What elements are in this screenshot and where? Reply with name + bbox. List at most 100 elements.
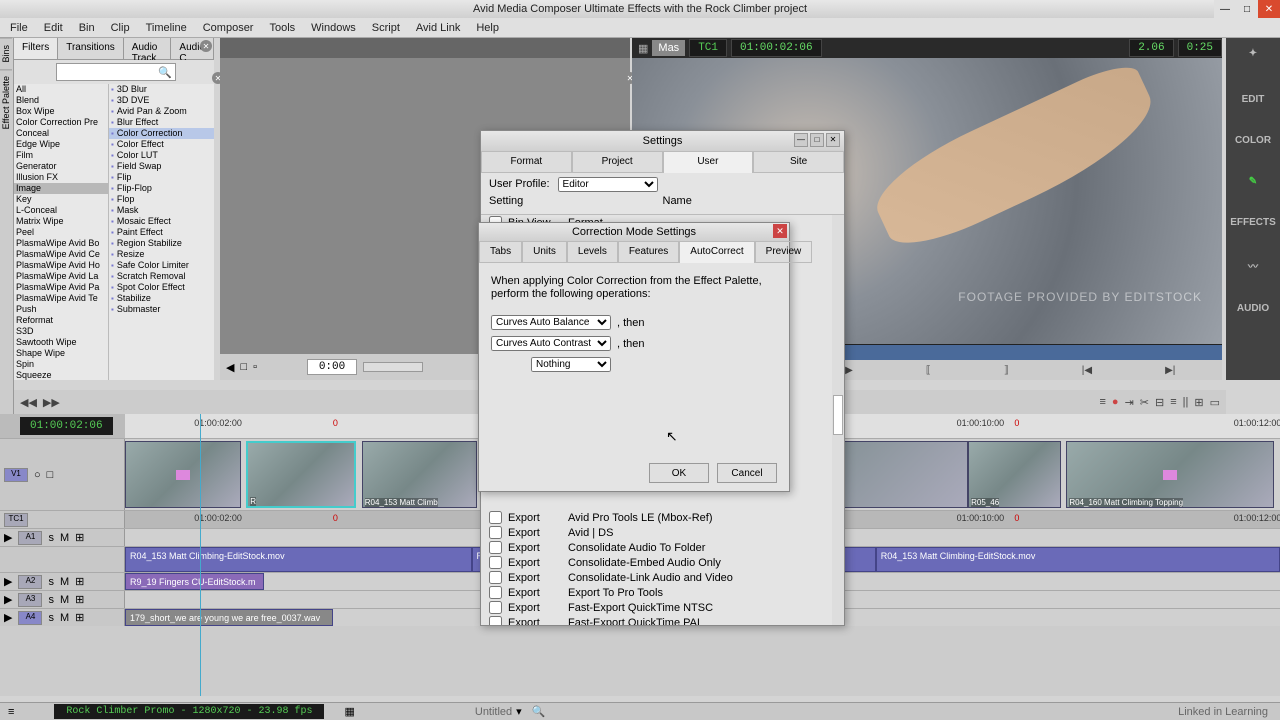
cancel-button[interactable]: Cancel — [717, 463, 777, 483]
hamburger-icon[interactable]: ≡ — [8, 706, 14, 718]
effect-category[interactable]: Key — [14, 194, 108, 205]
menu-bin[interactable]: Bin — [71, 20, 103, 36]
effect-category[interactable]: Peel — [14, 227, 108, 238]
settings-row[interactable]: ExportFast-Export QuickTime PAL — [481, 615, 832, 625]
tool-overwrite-icon[interactable]: ⇥ — [1125, 396, 1134, 409]
effect-item[interactable]: Region Stabilize — [109, 238, 214, 249]
effect-category[interactable]: Generator — [14, 161, 108, 172]
effect-category[interactable]: Edge Wipe — [14, 139, 108, 150]
track-tc1-header[interactable]: TC1 — [0, 511, 125, 528]
effect-category[interactable]: Film — [14, 150, 108, 161]
effect-category[interactable]: PlasmaWipe Avid Pa — [14, 282, 108, 293]
effect-category[interactable]: S3D — [14, 326, 108, 337]
tab-transitions[interactable]: Transitions — [58, 38, 124, 59]
workspace-color[interactable]: COLOR — [1235, 135, 1271, 146]
effect-item[interactable]: Stabilize — [109, 293, 214, 304]
effect-category[interactable]: Image — [14, 183, 108, 194]
menu-help[interactable]: Help — [468, 20, 507, 36]
effect-category[interactable]: PlasmaWipe Avid Ce — [14, 249, 108, 260]
close-button[interactable]: ✕ — [1258, 0, 1280, 18]
settings-scrollbar[interactable] — [832, 215, 844, 625]
cms-step1-select[interactable]: Curves Auto Balance — [491, 315, 611, 330]
tool-extract-icon[interactable]: ≡ — [1170, 396, 1176, 408]
settings-close-icon[interactable]: ✕ — [826, 133, 840, 147]
effect-category[interactable]: PlasmaWipe Avid Ho — [14, 260, 108, 271]
dropdown-icon[interactable]: ▾ — [516, 705, 522, 718]
track-a1b-header[interactable] — [0, 547, 125, 572]
effect-category[interactable]: L-Conceal — [14, 205, 108, 216]
settings-row[interactable]: ExportAvid | DS — [481, 525, 832, 540]
settings-maximize-icon[interactable]: □ — [810, 133, 824, 147]
track-a2-header[interactable]: ▶A2sM⊞ — [0, 573, 125, 590]
tool-rewind-icon[interactable]: ◀◀ — [20, 396, 37, 409]
effect-category[interactable]: Blend — [14, 95, 108, 106]
ok-button[interactable]: OK — [649, 463, 709, 483]
settings-row[interactable]: ExportExport To Pro Tools — [481, 585, 832, 600]
effect-item[interactable]: 3D Blur — [109, 84, 214, 95]
settings-tab-project[interactable]: Project — [572, 151, 663, 173]
effect-item[interactable]: Mask — [109, 205, 214, 216]
effect-category[interactable]: PlasmaWipe Avid Te — [14, 293, 108, 304]
video-clip[interactable] — [125, 441, 241, 508]
effect-item[interactable]: Avid Pan & Zoom — [109, 106, 214, 117]
tool-segment-icon[interactable]: ▭ — [1210, 396, 1220, 409]
tab-audio-track[interactable]: Audio Track — [124, 38, 172, 59]
effect-category[interactable]: PlasmaWipe Avid La — [14, 271, 108, 282]
effect-category[interactable]: All — [14, 84, 108, 95]
settings-row[interactable]: ExportAvid Pro Tools LE (Mbox-Ref) — [481, 510, 832, 525]
goto-in-icon[interactable]: |◀ — [1082, 365, 1092, 376]
cms-close-icon[interactable]: ✕ — [773, 224, 787, 238]
settings-titlebar[interactable]: Settings — □ ✕ — [481, 131, 844, 151]
scrollbar-thumb[interactable] — [833, 395, 843, 435]
tool-record-icon[interactable]: ● — [1112, 396, 1119, 408]
effect-item[interactable]: Color Correction — [109, 128, 214, 139]
cms-titlebar[interactable]: Correction Mode Settings ✕ — [479, 223, 789, 241]
workspace-audio[interactable]: AUDIO — [1237, 303, 1269, 314]
menu-windows[interactable]: Windows — [303, 20, 364, 36]
settings-tab-format[interactable]: Format — [481, 151, 572, 173]
menu-file[interactable]: File — [2, 20, 36, 36]
track-a1-header[interactable]: ▶A1sM⊞ — [0, 529, 125, 546]
source-prev-icon[interactable]: ◀ — [226, 361, 234, 374]
search-icon[interactable]: 🔍 — [158, 66, 172, 79]
effect-item[interactable]: Spot Color Effect — [109, 282, 214, 293]
track-a4-header[interactable]: ▶A4sM⊞ — [0, 609, 125, 626]
audio-clip[interactable]: R9_19 Fingers CU-EditStock.m — [125, 573, 264, 590]
menu-clip[interactable]: Clip — [103, 20, 138, 36]
effect-category[interactable]: Push — [14, 304, 108, 315]
effect-item[interactable]: Field Swap — [109, 161, 214, 172]
settings-row[interactable]: ExportConsolidate-Embed Audio Only — [481, 555, 832, 570]
effect-item[interactable]: Submaster — [109, 304, 214, 315]
effect-item[interactable]: Safe Color Limiter — [109, 260, 214, 271]
menu-timeline[interactable]: Timeline — [138, 20, 195, 36]
source-slider[interactable] — [363, 362, 423, 372]
effect-item[interactable]: Scratch Removal — [109, 271, 214, 282]
minimize-button[interactable]: — — [1214, 0, 1236, 18]
effect-item[interactable]: 3D DVE — [109, 95, 214, 106]
tool-split-icon[interactable]: || — [1183, 396, 1189, 408]
tool-lift-icon[interactable]: ⊟ — [1155, 396, 1164, 409]
timeline-playhead[interactable] — [200, 414, 201, 696]
cms-tab-preview[interactable]: Preview — [755, 241, 813, 263]
cms-tab-tabs[interactable]: Tabs — [479, 241, 522, 263]
video-clip[interactable]: R — [246, 441, 356, 508]
mark-out-icon[interactable]: ⟧ — [1004, 365, 1009, 376]
settings-row[interactable]: ExportConsolidate Audio To Folder — [481, 540, 832, 555]
effect-item[interactable]: Flip-Flop — [109, 183, 214, 194]
cms-step3-select[interactable]: Nothing — [531, 357, 611, 372]
effect-item-list[interactable]: 3D Blur3D DVEAvid Pan & ZoomBlur EffectC… — [109, 84, 214, 380]
tool-hamburger-icon[interactable]: ≡ — [1100, 396, 1106, 408]
cms-tab-levels[interactable]: Levels — [567, 241, 618, 263]
tool-fwd-icon[interactable]: ▶▶ — [43, 396, 60, 409]
track-a3-header[interactable]: ▶A3sM⊞ — [0, 591, 125, 608]
workspace-effects[interactable]: EFFECTS — [1230, 217, 1276, 228]
video-clip[interactable]: R04_153 Matt Climb — [362, 441, 478, 508]
effect-category[interactable]: Sawtooth Wipe — [14, 337, 108, 348]
cms-step2-select[interactable]: Curves Auto Contrast — [491, 336, 611, 351]
effect-item[interactable]: Color LUT — [109, 150, 214, 161]
menu-composer[interactable]: Composer — [195, 20, 262, 36]
effect-category[interactable]: Matrix Wipe — [14, 216, 108, 227]
audio-clip[interactable]: 179_short_we are young we are free_0037.… — [125, 609, 333, 626]
source-tc-input[interactable] — [307, 359, 357, 375]
effect-category[interactable]: Illusion FX — [14, 172, 108, 183]
